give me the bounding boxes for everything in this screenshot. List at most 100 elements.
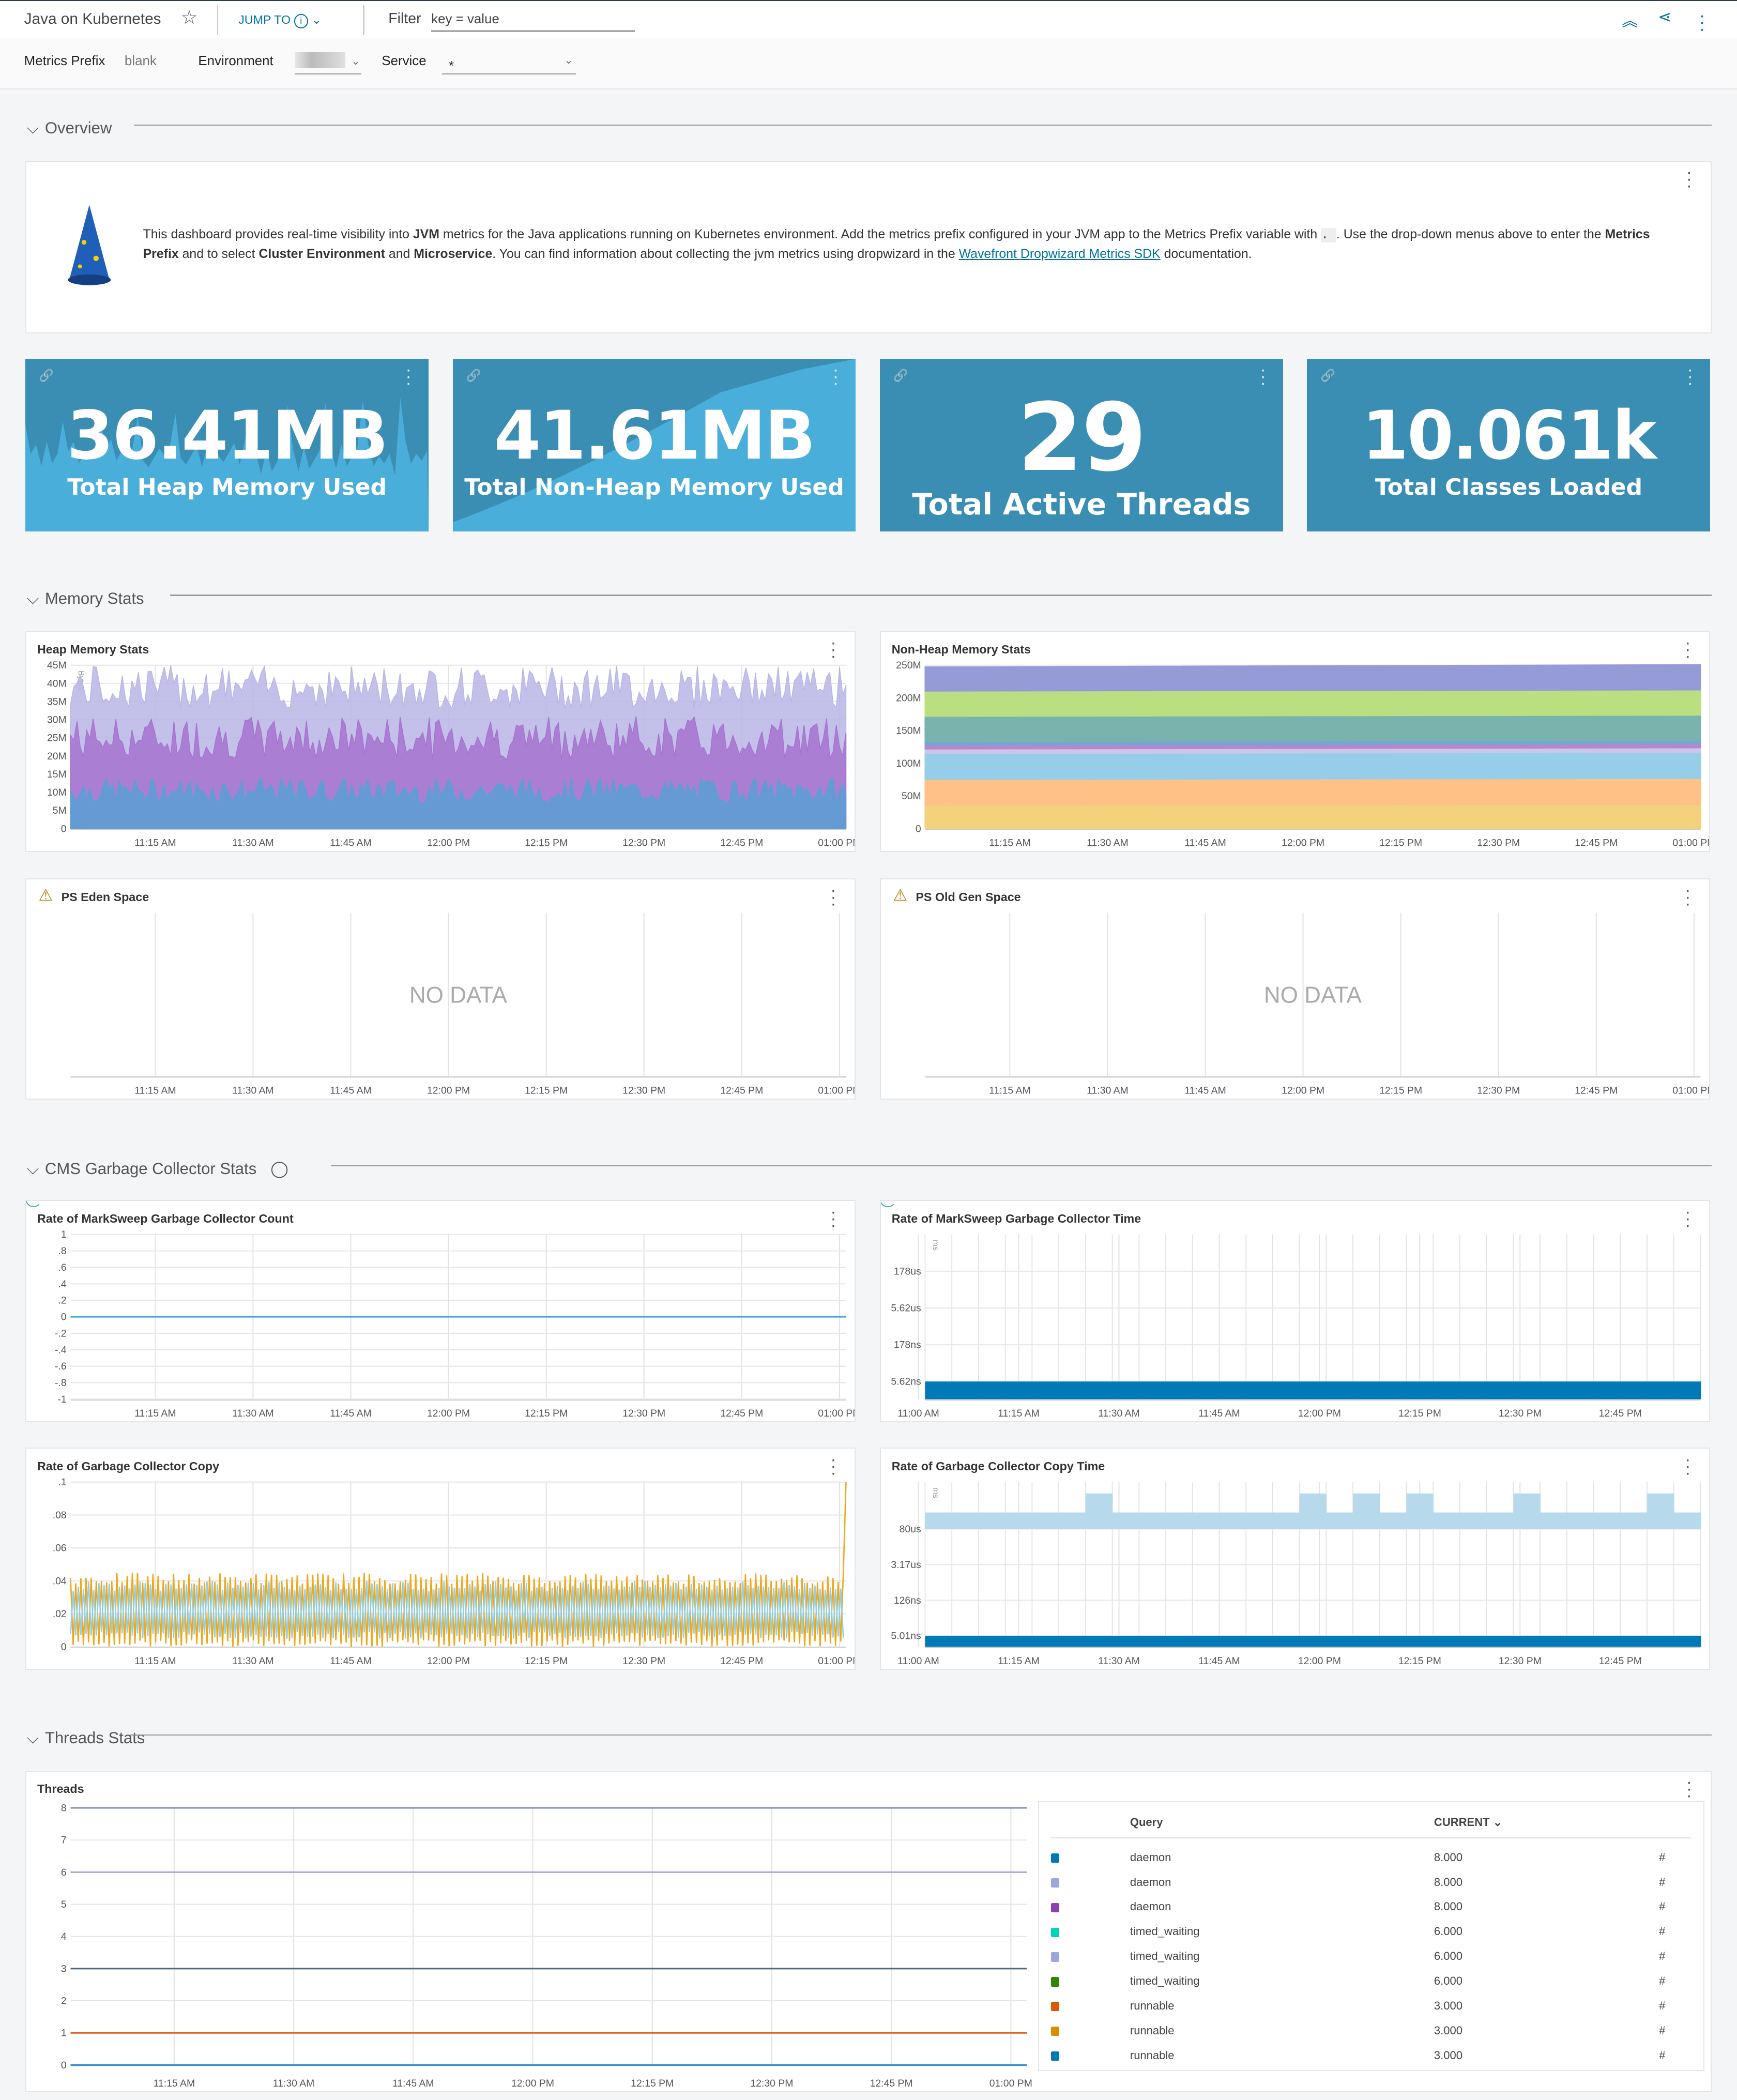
bar — [1139, 1381, 1166, 1399]
section-threads-stats[interactable]: ⌵ Threads Stats — [27, 1724, 1712, 1748]
section-cms-gc-stats[interactable]: ⌵ CMS Garbage Collector Stats ◯ — [27, 1154, 1712, 1179]
stat-card[interactable]: 🔗 · · · 10.061k Total Classes Loaded — [1307, 359, 1711, 532]
collapse-all-icon[interactable]: ︽ — [1622, 8, 1638, 31]
bar — [978, 1636, 1006, 1647]
environment-label: Environment — [198, 53, 273, 68]
table-row[interactable]: runnable 3.000 # — [1039, 1999, 1703, 2018]
y-tick-label: 5.62us — [891, 1303, 921, 1314]
bar — [1032, 1636, 1059, 1647]
stat-card[interactable]: 🔗 · · · 41.61MB Total Non-Heap Memory Used — [452, 359, 856, 532]
bar — [1566, 1512, 1594, 1529]
chart-svg: 11:15 AM 11:30 AM 11:45 AM 12:00 PM 12:15 PM… — [47, 660, 855, 848]
bar — [1540, 1512, 1567, 1529]
chevron-down-icon: ⌵ — [26, 1160, 39, 1178]
stat-value: 10.061k — [1362, 396, 1656, 475]
query-cell: daemon — [1130, 1900, 1171, 1913]
environment-select[interactable]: ⌄ — [294, 52, 362, 75]
stat-card[interactable]: 🔗 · · · 29 Total Active Threads — [880, 359, 1283, 532]
bar — [1326, 1381, 1353, 1399]
area-series — [924, 664, 1701, 692]
y-tick-label: 25M — [47, 733, 67, 744]
section-overview[interactable]: ⌵ Overview — [27, 114, 1712, 139]
y-axis-label: ms — [931, 1240, 940, 1251]
bar — [1085, 1636, 1113, 1647]
metrics-prefix-input[interactable]: blank — [125, 54, 157, 69]
y-tick-label: 1 — [61, 2027, 67, 2038]
series-color-swatch — [1051, 1927, 1059, 1937]
x-tick-label: 11:30 AM — [1087, 1085, 1129, 1097]
bar — [1005, 1636, 1033, 1647]
table-row[interactable]: daemon 8.000 # — [1039, 1876, 1703, 1894]
bar — [1112, 1381, 1140, 1399]
bar — [1566, 1381, 1594, 1399]
bar — [1299, 1494, 1327, 1529]
divider — [1051, 1837, 1692, 1839]
bar — [1593, 1636, 1621, 1647]
current-cell: 6.000 — [1434, 1950, 1463, 1963]
star-icon[interactable]: ☆ — [181, 6, 198, 28]
table-row[interactable]: timed_waiting 6.000 # — [1039, 1974, 1703, 1993]
x-tick-label: 11:15 AM — [998, 1408, 1040, 1419]
section-memory-stats[interactable]: ⌵ Memory Stats — [27, 584, 1712, 609]
link-icon: 🔗 — [466, 369, 481, 383]
table-row[interactable]: daemon 8.000 # — [1039, 1851, 1703, 1869]
x-tick-label: 11:45 AM — [1198, 1656, 1240, 1667]
bar — [978, 1512, 1006, 1529]
table-row[interactable]: daemon 8.000 # — [1039, 1900, 1703, 1919]
divider — [363, 5, 364, 35]
filter-input[interactable]: key = value — [431, 12, 635, 32]
y-tick-label: .04 — [53, 1576, 67, 1587]
x-tick-label: 12:00 PM — [1298, 1656, 1341, 1667]
service-value: * — [448, 59, 454, 74]
bar — [1299, 1381, 1327, 1399]
column-header-current[interactable]: CURRENT ⌄ — [1434, 1816, 1502, 1829]
more-menu-icon[interactable]: · · · — [404, 361, 413, 392]
service-select[interactable]: * ⌄ — [441, 51, 576, 75]
bar — [1647, 1636, 1674, 1647]
more-menu-icon[interactable]: · · · — [832, 361, 840, 392]
bar — [1379, 1636, 1407, 1647]
bar — [1673, 1512, 1701, 1529]
divider — [130, 1734, 1712, 1736]
unit-cell: # — [1659, 2024, 1666, 2037]
chart-svg: 11:15 AM 11:30 AM 11:45 AM 12:00 PM 12:15 PM… — [70, 913, 855, 1097]
bar — [1192, 1636, 1220, 1647]
more-menu-icon[interactable]: · · · — [1698, 7, 1706, 38]
more-menu-icon[interactable]: · · · — [1685, 164, 1694, 195]
current-cell: 8.000 — [1434, 1900, 1463, 1913]
bar — [1005, 1512, 1033, 1529]
table-row[interactable]: runnable 3.000 # — [1039, 2024, 1703, 2043]
bar — [1620, 1512, 1648, 1529]
dropwizard-sdk-link[interactable]: Wavefront Dropwizard Metrics SDK — [959, 247, 1161, 261]
table-row[interactable]: runnable 3.000 # — [1039, 2049, 1703, 2067]
share-icon[interactable]: ⋖ — [1658, 8, 1671, 26]
bar — [1246, 1512, 1273, 1529]
stat-label: Total Active Threads — [912, 487, 1251, 522]
x-tick-label: 11:45 AM — [1184, 1085, 1226, 1097]
bar — [925, 1636, 953, 1647]
y-tick-label: .8 — [58, 1245, 67, 1257]
stat-card[interactable]: 🔗 · · · 36.41MB Total Heap Memory Used — [25, 359, 429, 532]
query-cell: runnable — [1130, 2049, 1175, 2062]
x-tick-label: 12:00 PM — [1282, 838, 1324, 849]
x-tick-label: 12:30 PM — [751, 2078, 794, 2089]
x-tick-label: 12:30 PM — [622, 1408, 665, 1419]
unit-cell: # — [1659, 1974, 1666, 1988]
y-tick-label: 5.01ns — [891, 1631, 921, 1642]
table-row[interactable]: timed_waiting 6.000 # — [1039, 1950, 1703, 1968]
current-cell: 8.000 — [1434, 1850, 1463, 1864]
unit-cell: # — [1659, 2049, 1666, 2062]
table-row[interactable]: timed_waiting 6.000 # — [1039, 1925, 1703, 1943]
x-tick-label: 12:45 PM — [720, 1408, 763, 1419]
current-cell: 6.000 — [1434, 1974, 1463, 1988]
unit-cell: # — [1659, 1950, 1666, 1963]
bar — [1246, 1636, 1273, 1647]
jump-to-button[interactable]: JUMP TO i ⌄ — [238, 13, 322, 28]
x-tick-label: 12:15 PM — [525, 1085, 568, 1097]
query-cell: runnable — [1130, 2024, 1175, 2037]
more-menu-icon[interactable]: · · · — [1686, 361, 1695, 392]
x-tick-label: 12:00 PM — [427, 1656, 470, 1667]
y-tick-label: 30M — [47, 714, 67, 726]
column-header-query[interactable]: Query — [1130, 1816, 1163, 1829]
y-tick-label: 15M — [47, 769, 67, 780]
